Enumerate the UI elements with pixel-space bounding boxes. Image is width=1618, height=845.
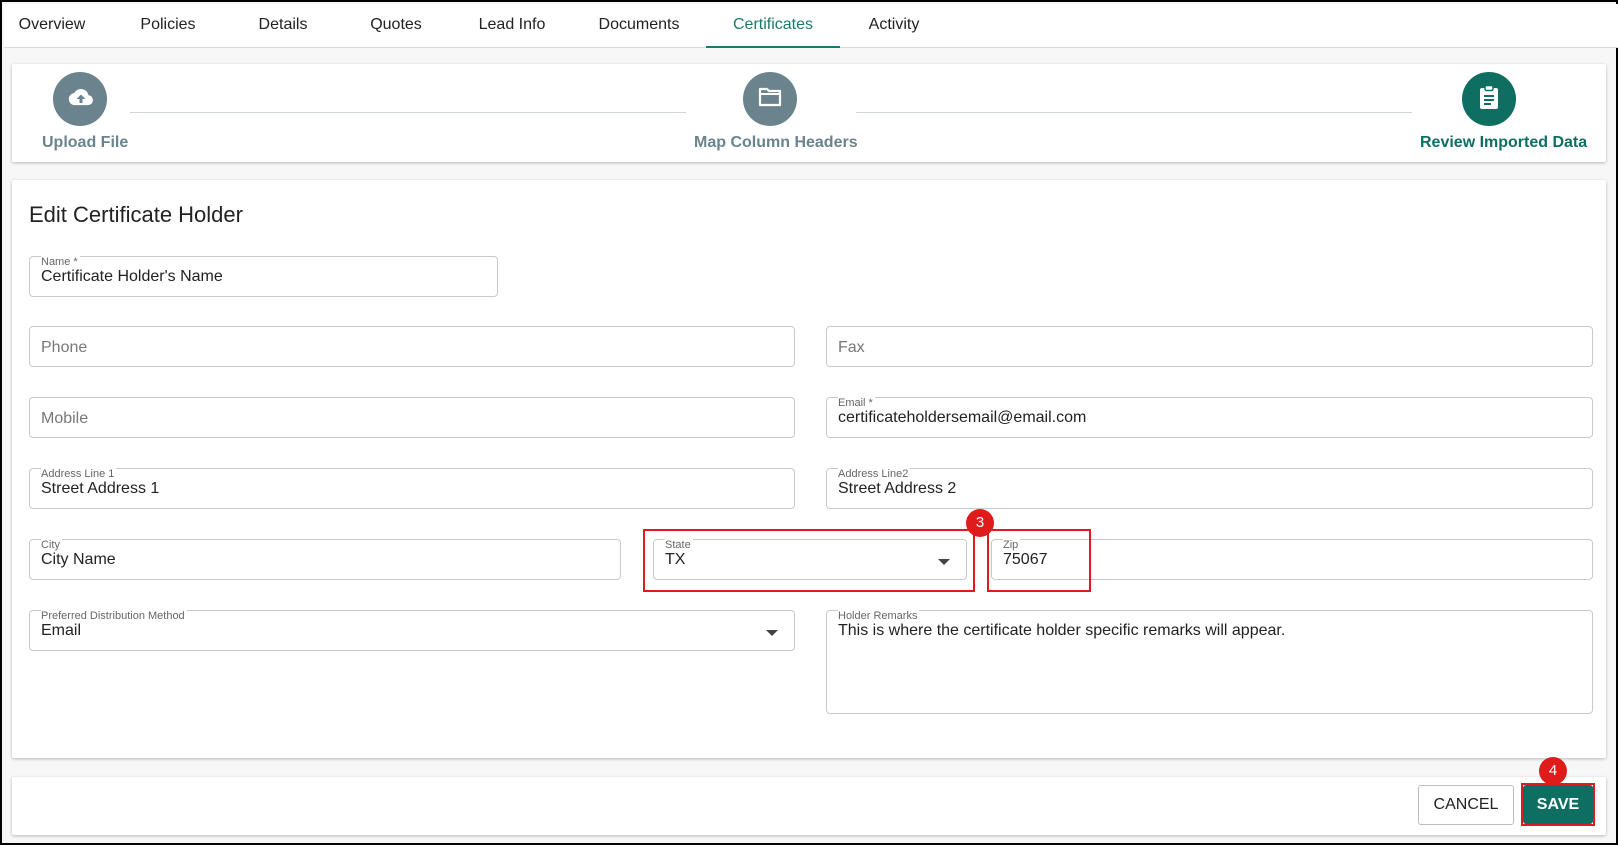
cloud-upload-icon	[66, 86, 94, 113]
tab-bar: Overview Policies Details Quotes Lead In…	[4, 4, 1618, 48]
chevron-down-icon	[766, 630, 778, 636]
app-frame: Overview Policies Details Quotes Lead In…	[0, 0, 1618, 845]
tab-activity[interactable]: Activity	[852, 4, 936, 48]
address-line-1-field[interactable]: Address Line 1 Street Address 1	[29, 468, 795, 509]
step-review-imported-data[interactable]	[1462, 72, 1516, 126]
name-label: Name *	[41, 256, 80, 268]
name-field[interactable]: Name * Certificate Holder's Name	[29, 256, 498, 297]
tab-lead-info[interactable]: Lead Info	[464, 4, 560, 48]
email-value: certificateholdersemail@email.com	[838, 409, 1087, 426]
phone-placeholder: Phone	[41, 339, 88, 356]
address-line-1-label: Address Line 1	[41, 468, 117, 480]
step-connector	[130, 112, 686, 113]
city-label: City	[41, 539, 62, 551]
fax-field[interactable]: Fax	[826, 326, 1593, 367]
annotation-box-zip	[987, 529, 1091, 592]
preferred-distribution-method-label: Preferred Distribution Method	[41, 610, 187, 622]
form-footer: CANCEL	[12, 777, 1606, 835]
holder-remarks-value: This is where the certificate holder spe…	[838, 622, 1286, 639]
mobile-field[interactable]: Mobile	[29, 397, 795, 438]
folder-icon	[757, 86, 783, 113]
cancel-button[interactable]: CANCEL	[1418, 785, 1514, 825]
step-upload-file-label: Upload File	[42, 134, 129, 151]
preferred-distribution-method-select[interactable]: Preferred Distribution Method Email	[29, 610, 795, 651]
tab-certificates[interactable]: Certificates	[706, 4, 840, 48]
tab-overview[interactable]: Overview	[10, 4, 94, 48]
address-line-2-field[interactable]: Address Line2 Street Address 2	[826, 468, 1593, 509]
fax-placeholder: Fax	[838, 339, 865, 356]
email-field[interactable]: Email * certificateholdersemail@email.co…	[826, 397, 1593, 438]
annotation-badge-3: 3	[966, 509, 994, 537]
tab-policies[interactable]: Policies	[126, 4, 210, 48]
city-field[interactable]: City City Name	[29, 539, 621, 580]
annotation-badge-4: 4	[1539, 757, 1567, 785]
name-value: Certificate Holder's Name	[41, 268, 223, 285]
tab-details[interactable]: Details	[241, 4, 325, 48]
holder-remarks-textarea[interactable]: Holder Remarks This is where the certifi…	[826, 610, 1593, 714]
step-upload-file[interactable]	[53, 72, 107, 126]
phone-field[interactable]: Phone	[29, 326, 795, 367]
address-line-1-value: Street Address 1	[41, 480, 160, 497]
page-title: Edit Certificate Holder	[29, 202, 243, 227]
address-line-2-label: Address Line2	[838, 468, 911, 480]
import-stepper: Upload File Map Column Headers Review Im…	[12, 64, 1606, 162]
edit-certificate-holder-form: Edit Certificate Holder Name * Certifica…	[12, 180, 1606, 758]
preferred-distribution-method-value: Email	[41, 622, 82, 639]
city-value: City Name	[41, 551, 116, 568]
step-map-column-headers-label: Map Column Headers	[694, 134, 858, 151]
step-review-imported-data-label: Review Imported Data	[1420, 134, 1588, 151]
save-button[interactable]: SAVE	[1523, 785, 1593, 824]
step-map-column-headers[interactable]	[743, 72, 797, 126]
step-connector	[856, 112, 1412, 113]
mobile-placeholder: Mobile	[41, 410, 89, 427]
annotation-box-state	[643, 529, 975, 592]
tab-documents[interactable]: Documents	[584, 4, 694, 48]
tab-quotes[interactable]: Quotes	[354, 4, 438, 48]
clipboard-icon	[1478, 84, 1500, 115]
email-label: Email *	[838, 397, 875, 409]
holder-remarks-label: Holder Remarks	[838, 610, 920, 622]
address-line-2-value: Street Address 2	[838, 480, 957, 497]
